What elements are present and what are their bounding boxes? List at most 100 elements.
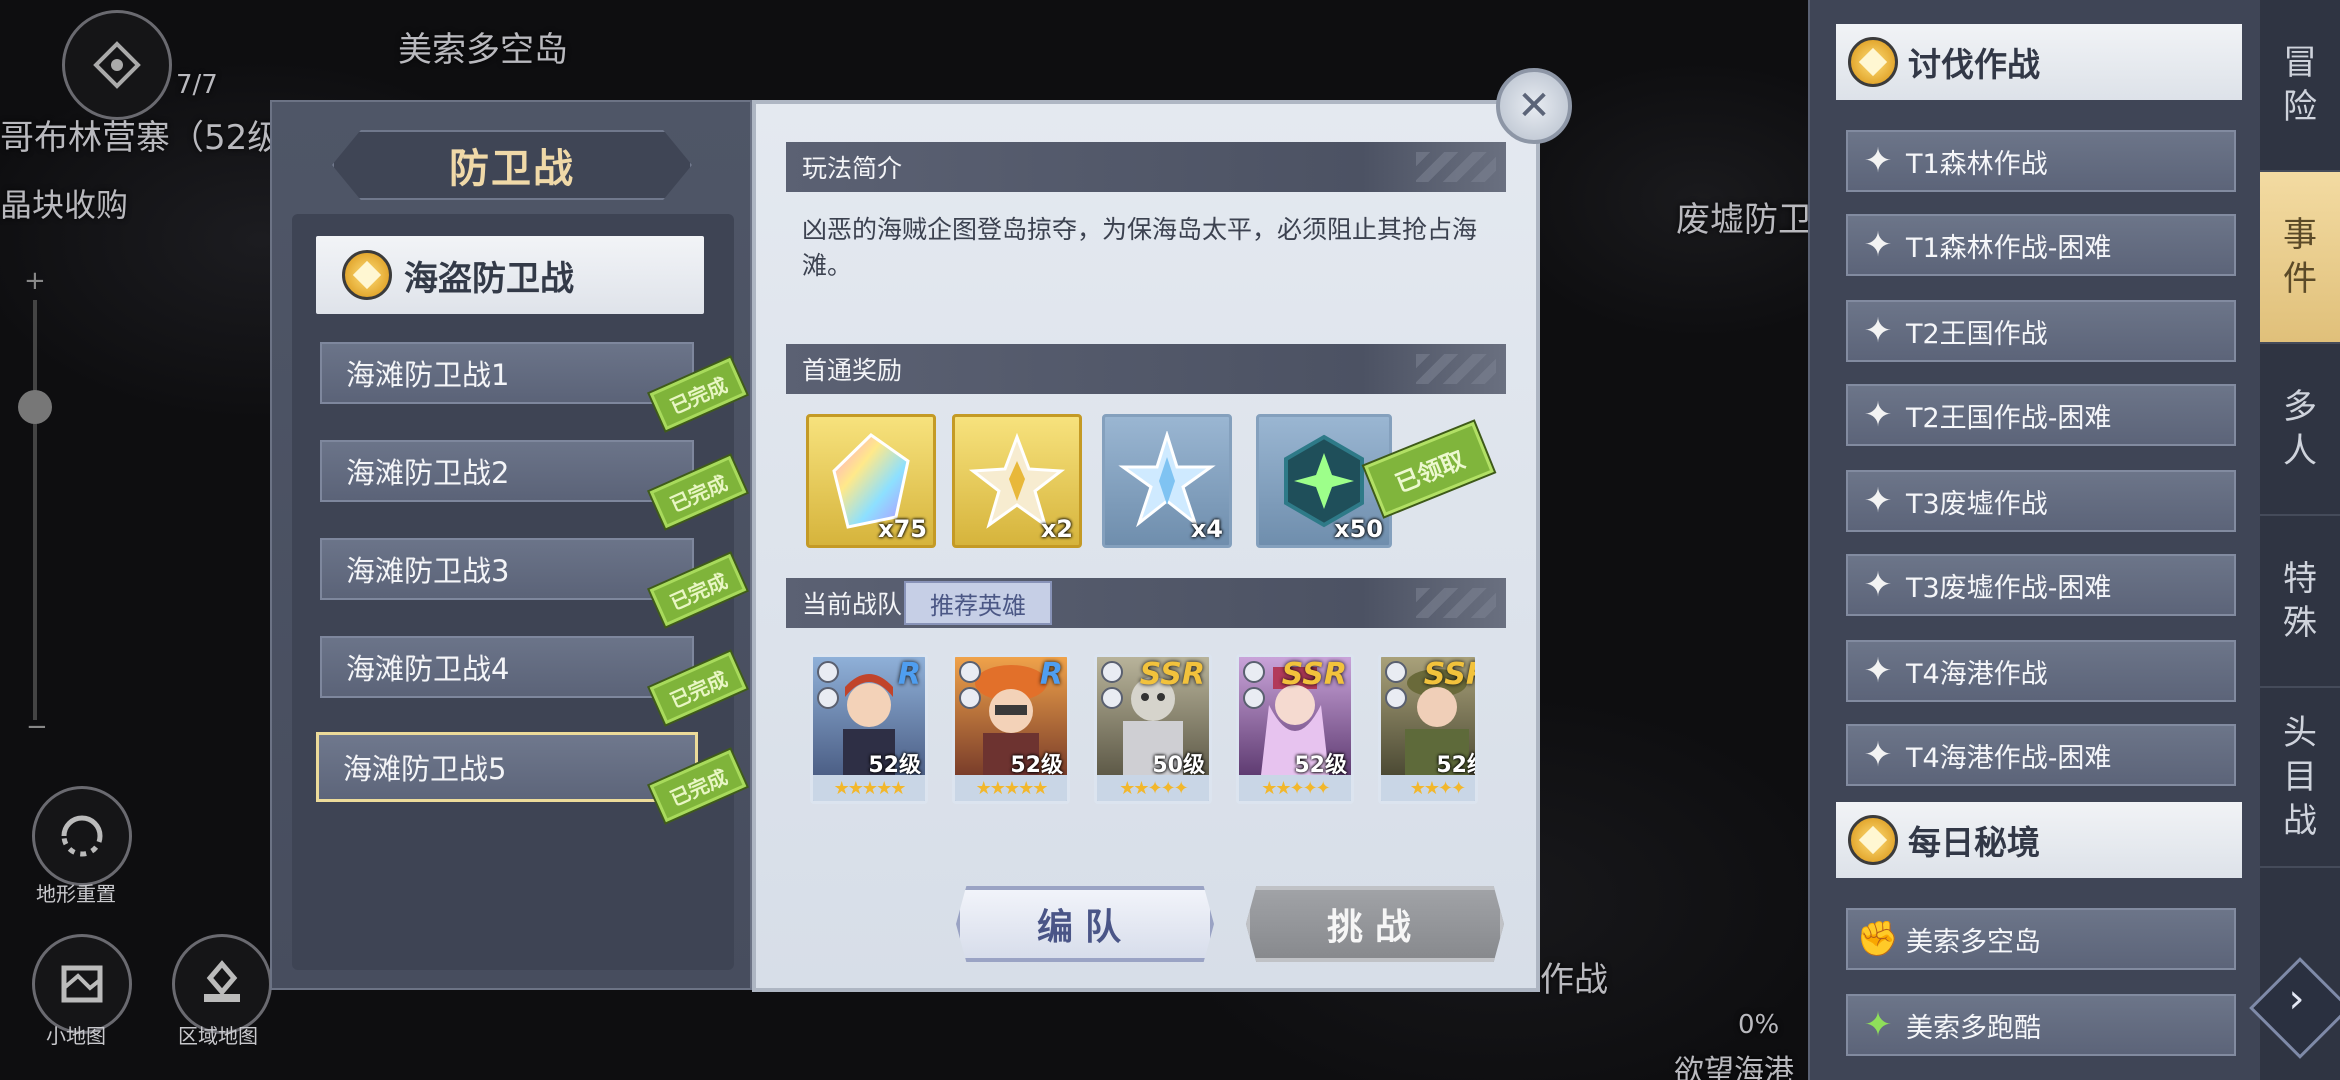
event-item-8[interactable]: ✦ T4海港作战-困难: [1846, 724, 2236, 786]
event-item-5[interactable]: ✦ T3废墟作战: [1846, 470, 2236, 532]
event-item-3[interactable]: ✦ T2王国作战: [1846, 300, 2236, 362]
hero-card-5[interactable]: SSR 52级 ★★✦✦: [1378, 654, 1478, 804]
team-formation-button[interactable]: 编队: [956, 886, 1214, 962]
defense-title-plate: 防卫战: [332, 130, 692, 200]
stage-button-4[interactable]: 海滩防卫战4: [320, 636, 694, 698]
close-icon[interactable]: ✕: [1496, 68, 1572, 144]
tab-events[interactable]: 事 件: [2260, 172, 2340, 344]
hero-rarity: R: [1039, 657, 1063, 692]
defense-title: 防卫战: [449, 146, 575, 192]
terrain-reset-button[interactable]: [32, 786, 132, 886]
intro-title: 玩法简介: [802, 154, 903, 183]
green-star-icon: ✦: [1863, 1005, 1893, 1045]
compass-star-icon: ✦: [1863, 565, 1893, 605]
event-label: T4海港作战: [1906, 658, 2048, 690]
hero-rarity: R: [897, 657, 921, 692]
class-icon: [959, 687, 981, 709]
stage-label: 海滩防卫战4: [346, 652, 510, 686]
compass-star-icon: ✦: [1863, 311, 1893, 351]
reward-qty: x50: [1334, 515, 1383, 543]
stage-label: 海滩防卫战5: [343, 752, 507, 786]
tab-special[interactable]: 特 殊: [2260, 516, 2340, 688]
stage-button-3[interactable]: 海滩防卫战3: [320, 538, 694, 600]
class-icon: [1101, 687, 1123, 709]
zoom-plus-icon[interactable]: +: [24, 266, 46, 296]
hero-stars: ★★★★★: [813, 775, 925, 801]
hero-stars: ★★★★★: [955, 775, 1067, 801]
stage-label: 海滩防卫战2: [346, 456, 510, 490]
stage-button-5-selected[interactable]: 海滩防卫战5: [316, 732, 698, 802]
region-map-label: 区域地图: [178, 1024, 258, 1048]
recommend-heroes-button[interactable]: 推荐英雄: [904, 581, 1052, 625]
region-map-button[interactable]: [172, 934, 272, 1034]
hero-card-4[interactable]: SSR 52级 ★★✦✦✦: [1236, 654, 1354, 804]
event-label: T2王国作战: [1906, 318, 2048, 350]
side-tab-bar: 冒 险 事 件 多 人 特 殊 头 目 战: [2260, 0, 2340, 1080]
group-header-subjugation[interactable]: 讨伐作战: [1836, 24, 2242, 100]
event-label: T4海港作战-困难: [1906, 742, 2112, 774]
zoom-minus-icon[interactable]: −: [26, 712, 48, 742]
compass-star-icon: ✦: [1863, 225, 1893, 265]
event-label: 美索多跑酷: [1906, 1012, 2041, 1044]
compass-star-icon: ✦: [1863, 651, 1893, 691]
tab-label: 头 目 战: [2283, 713, 2317, 841]
zoom-slider-track[interactable]: [33, 300, 37, 720]
map-label-battle: 作战: [1540, 960, 1608, 1000]
stage-label: 海滩防卫战1: [346, 358, 510, 392]
terrain-reset-label: 地形重置: [36, 882, 116, 906]
minimap-button[interactable]: [32, 934, 132, 1034]
map-label-crystal-purchase[interactable]: 晶块收购: [0, 180, 128, 226]
class-icon: [1243, 687, 1265, 709]
category-pirate-defense[interactable]: 海盗防卫战: [316, 236, 704, 314]
reward-item-2[interactable]: x2: [952, 414, 1082, 548]
fist-icon: ✊: [1856, 919, 1900, 959]
group-diamond-icon: [1848, 37, 1898, 87]
map-compass-icon[interactable]: [62, 10, 172, 120]
category-diamond-icon: [342, 250, 392, 300]
challenge-button[interactable]: 挑战: [1246, 886, 1504, 962]
event-label: T3废墟作战: [1906, 488, 2048, 520]
event-list-panel: 讨伐作战 ✦ T1森林作战 ✦ T1森林作战-困难 ✦ T2王国作战 ✦ T2王…: [1808, 0, 2260, 1080]
stage-button-1[interactable]: 海滩防卫战1: [320, 342, 694, 404]
reward-item-3[interactable]: x4: [1102, 414, 1232, 548]
daily-item-2[interactable]: ✦ 美索多跑酷: [1846, 994, 2236, 1056]
element-icon: [959, 661, 981, 683]
event-label: T1森林作战: [1906, 148, 2048, 180]
tab-adventure[interactable]: 冒 险: [2260, 0, 2340, 172]
hero-stars: ★★✦✦✦: [1239, 775, 1351, 801]
hero-card-1[interactable]: R 52级 ★★★★★: [810, 654, 928, 804]
reward-qty: x75: [878, 515, 927, 543]
chevron-right-icon: ›: [2288, 975, 2305, 1022]
tab-multiplayer[interactable]: 多 人: [2260, 344, 2340, 516]
event-item-2[interactable]: ✦ T1森林作战-困难: [1846, 214, 2236, 276]
reward-item-1[interactable]: x75: [806, 414, 936, 548]
stage-button-2[interactable]: 海滩防卫战2: [320, 440, 694, 502]
event-item-7[interactable]: ✦ T4海港作战: [1846, 640, 2236, 702]
tab-boss[interactable]: 头 目 战: [2260, 688, 2340, 868]
compass-star-icon: ✦: [1863, 141, 1893, 181]
event-label: T3废墟作战-困难: [1906, 572, 2112, 604]
event-item-4[interactable]: ✦ T2王国作战-困难: [1846, 384, 2236, 446]
element-icon: [1385, 661, 1407, 683]
tab-label: 事 件: [2283, 215, 2317, 299]
zoom-slider-knob[interactable]: [18, 390, 52, 424]
map-label-goblin-camp[interactable]: 哥布林营寨（52级: [0, 110, 281, 159]
reward-title: 首通奖励: [802, 356, 903, 385]
team-title: 当前战队: [802, 590, 903, 619]
element-icon: [817, 661, 839, 683]
group-header-daily[interactable]: 每日秘境: [1836, 802, 2242, 878]
hero-stars: ★★✦✦✦: [1097, 775, 1209, 801]
event-item-1[interactable]: ✦ T1森林作战: [1846, 130, 2236, 192]
tab-label: 冒 险: [2283, 43, 2317, 127]
hero-card-3[interactable]: SSR 50级 ★★✦✦✦: [1094, 654, 1212, 804]
defense-panel: 防卫战 海盗防卫战 海滩防卫战1 已完成 海滩防卫战2 已完成 海滩防卫战3 已…: [270, 100, 752, 990]
compass-star-icon: ✦: [1863, 735, 1893, 775]
daily-item-1[interactable]: ✊ 美索多空岛: [1846, 908, 2236, 970]
minimap-label: 小地图: [46, 1024, 106, 1048]
compass-star-icon: ✦: [1863, 395, 1893, 435]
group-diamond-icon: [1848, 815, 1898, 865]
event-label: T1森林作战-困难: [1906, 232, 2112, 264]
hero-card-2[interactable]: R 52级 ★★★★★: [952, 654, 1070, 804]
map-progress-text: 0%: [1738, 1010, 1780, 1040]
event-item-6[interactable]: ✦ T3废墟作战-困难: [1846, 554, 2236, 616]
